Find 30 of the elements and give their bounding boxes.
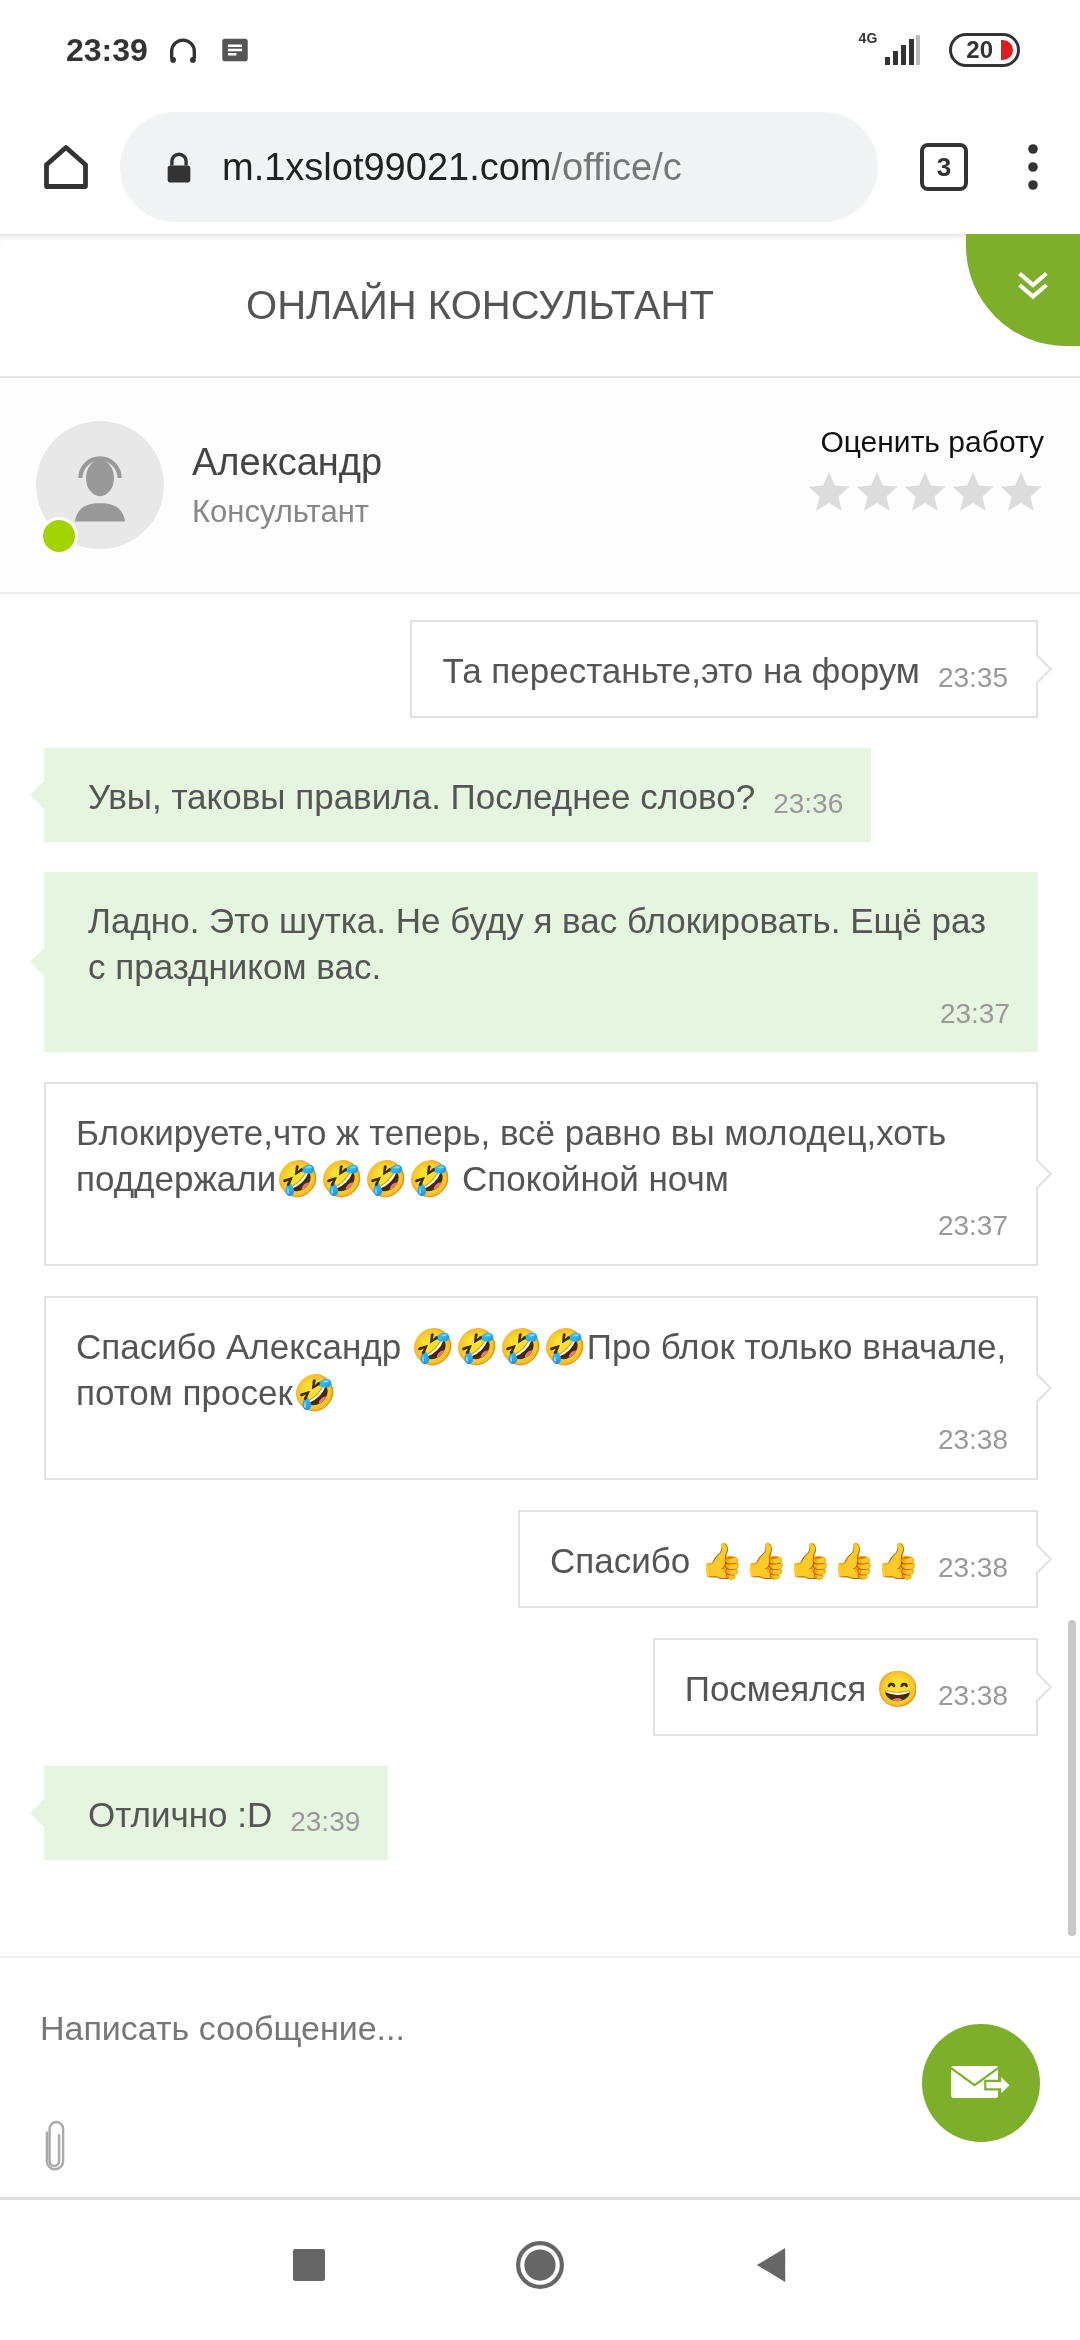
- message-time: 23:36: [773, 788, 844, 820]
- message-time: 23:35: [937, 662, 1008, 694]
- menu-icon[interactable]: [1026, 143, 1040, 191]
- message-text: Посмеялся 😄: [684, 1668, 920, 1710]
- message-time: 23:37: [937, 1210, 1008, 1242]
- status-time: 23:39: [66, 31, 148, 69]
- message-time: 23:37: [939, 998, 1010, 1030]
- agent-name: Александр: [192, 440, 384, 484]
- recents-icon[interactable]: [293, 2248, 325, 2282]
- network-type: 4G: [858, 30, 878, 46]
- message-text: Спасибо 👍👍👍👍👍: [549, 1540, 920, 1582]
- message-time: 23:38: [937, 1552, 1008, 1584]
- header-title: ОНЛАЙН КОНСУЛЬТАНТ: [246, 282, 714, 328]
- home-button-icon[interactable]: [515, 2240, 565, 2290]
- battery-indicator: 20: [949, 33, 1020, 67]
- agent-role: Консультант: [192, 493, 370, 530]
- back-icon[interactable]: [755, 2248, 787, 2282]
- message-time: 23:38: [937, 1424, 1008, 1456]
- rating-label: Оценить работу: [820, 425, 1044, 459]
- message-text: Та перестаньте,это на форум: [442, 650, 920, 692]
- message-text: Спасибо Александр 🤣🤣🤣🤣Про блок только вначале, потом просек🤣: [76, 1326, 1008, 1414]
- message-input[interactable]: Написать сообщение...: [40, 1988, 860, 2068]
- message-time: 23:39: [290, 1806, 361, 1838]
- message-text: Увы, таковы правила. Последнее слово?: [88, 776, 756, 818]
- address-bar[interactable]: m.1xslot99021.com/office/c: [120, 112, 878, 222]
- tab-count-button[interactable]: 3: [920, 143, 968, 191]
- message-text: Ладно. Это шутка. Не буду я вас блокировать. Ещё раз с праздником вас.: [88, 900, 988, 988]
- message-time: 23:38: [937, 1680, 1008, 1712]
- message-text: Отлично :D: [88, 1794, 273, 1836]
- message-text: Блокируете,что ж теперь, всё равно вы молодец,хоть поддержали🤣🤣🤣🤣 Спокойной ночм: [76, 1112, 948, 1200]
